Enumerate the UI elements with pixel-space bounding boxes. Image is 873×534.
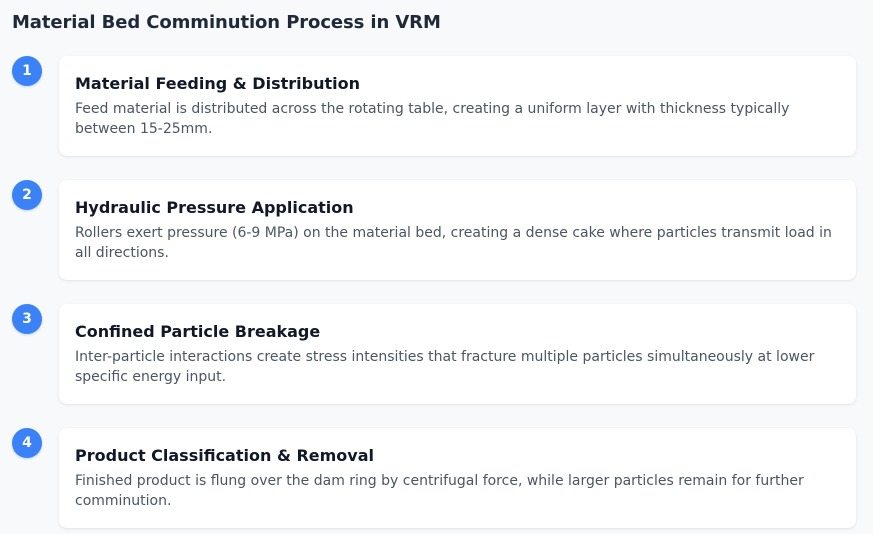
step-card: Product Classification & Removal Finishe… (59, 428, 856, 528)
step-card: Material Feeding & Distribution Feed mat… (59, 56, 856, 156)
page-title: Material Bed Comminution Process in VRM (12, 12, 441, 33)
step-card: Confined Particle Breakage Inter-particl… (59, 304, 856, 404)
step-description: Finished product is flung over the dam r… (75, 473, 804, 509)
step-title: Confined Particle Breakage (75, 322, 321, 341)
step-title: Product Classification & Removal (75, 446, 375, 465)
step-number-badge: 4 (12, 428, 42, 458)
step-number-badge: 3 (12, 304, 42, 334)
step-title: Material Feeding & Distribution (75, 74, 360, 93)
step-1: 1 Material Feeding & Distribution Feed m… (0, 56, 873, 156)
step-number-badge: 2 (12, 180, 42, 210)
step-description: Rollers exert pressure (6-9 MPa) on the … (75, 225, 832, 261)
step-4: 4 Product Classification & Removal Finis… (0, 428, 873, 528)
step-3: 3 Confined Particle Breakage Inter-parti… (0, 304, 873, 404)
step-description: Feed material is distributed across the … (75, 101, 790, 137)
step-description: Inter-particle interactions create stres… (75, 349, 815, 385)
step-number-badge: 1 (12, 56, 42, 86)
process-diagram: Material Bed Comminution Process in VRM … (0, 0, 873, 534)
step-title: Hydraulic Pressure Application (75, 198, 354, 217)
step-card: Hydraulic Pressure Application Rollers e… (59, 180, 856, 280)
step-2: 2 Hydraulic Pressure Application Rollers… (0, 180, 873, 280)
